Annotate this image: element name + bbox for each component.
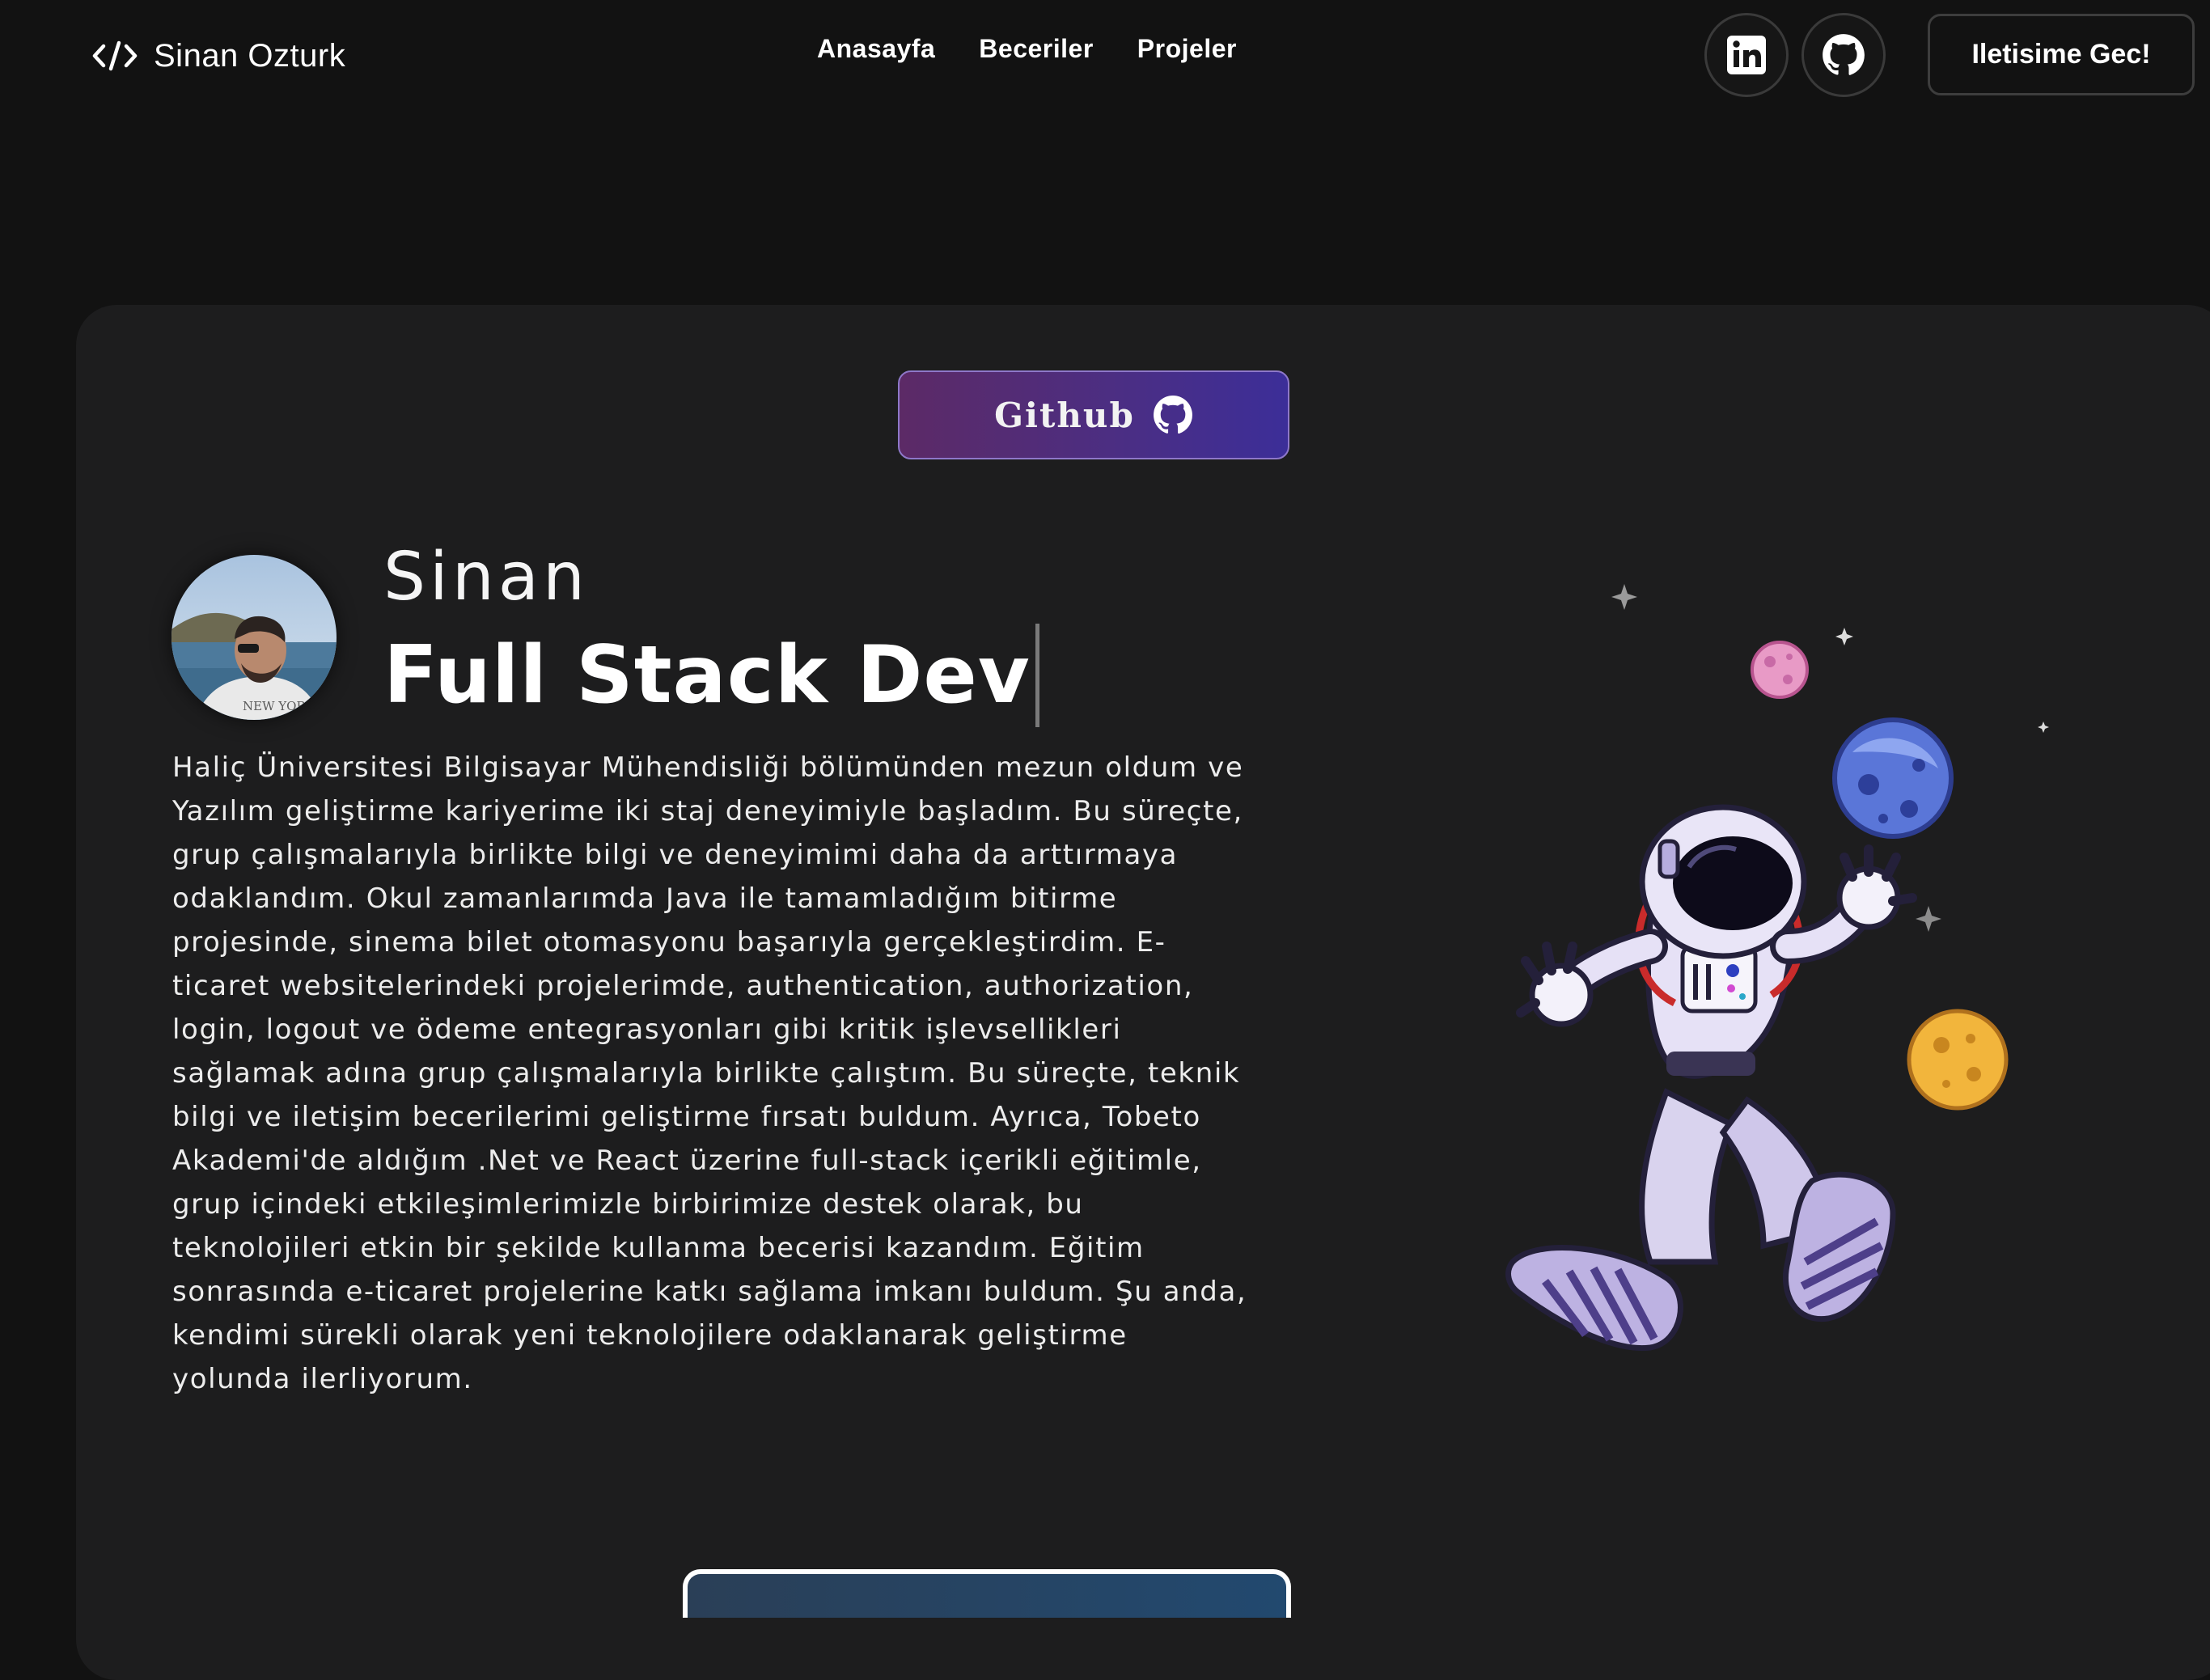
astronaut-illustration <box>1488 566 2055 1383</box>
nav-link-beceriler[interactable]: Beceriler <box>979 34 1093 64</box>
nav-link-projeler[interactable]: Projeler <box>1137 34 1237 64</box>
hero-role: Full Stack Dev <box>383 629 1031 722</box>
brand-logo[interactable]: Sinan Ozturk <box>92 36 345 76</box>
top-navbar: Sinan Ozturk Anasayfa Beceriler Projeler… <box>0 0 2210 113</box>
brand-name: Sinan Ozturk <box>154 37 346 74</box>
hero-bio: Haliç Üniversitesi Bilgisayar Mühendisli… <box>172 751 1247 1395</box>
code-icon <box>92 40 138 71</box>
next-section-card <box>683 1569 1291 1618</box>
linkedin-icon <box>1727 36 1766 74</box>
github-button[interactable] <box>1801 13 1886 97</box>
profile-avatar: NEW YORK <box>171 555 337 720</box>
hero-greeting: Sinan <box>383 539 590 616</box>
nav-link-anasayfa[interactable]: Anasayfa <box>817 34 935 64</box>
linkedin-button[interactable] <box>1704 13 1789 97</box>
main-nav: Anasayfa Beceriler Projeler <box>817 34 1237 64</box>
github-icon <box>1153 396 1192 434</box>
typing-caret <box>1035 624 1039 727</box>
contact-button[interactable]: Iletisime Gec! <box>1928 14 2195 95</box>
github-icon <box>1823 34 1865 75</box>
github-cta-button[interactable]: Github <box>898 370 1289 459</box>
github-cta-label: Github <box>994 395 1135 435</box>
hero-role-line: Full Stack Dev <box>383 623 1039 728</box>
